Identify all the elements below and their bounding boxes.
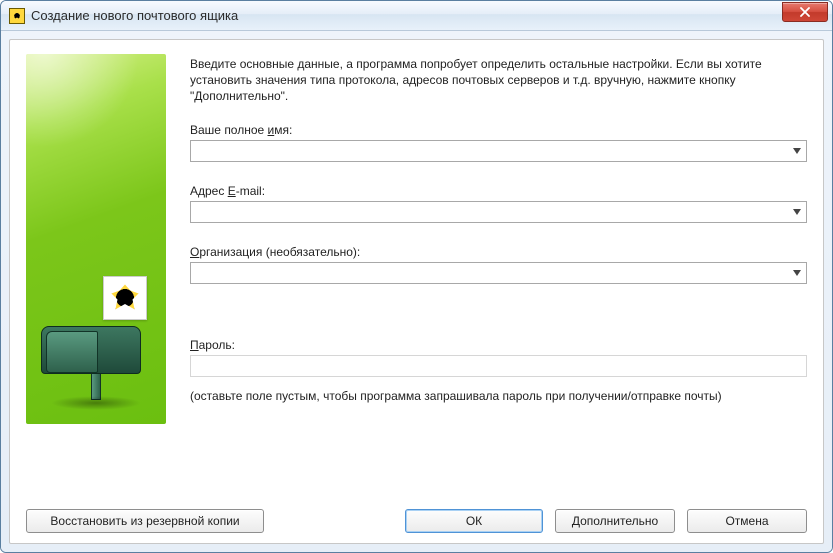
mailbox-icon [41,326,151,410]
fullname-dropdown-arrow[interactable] [788,141,806,161]
form-area: Введите основные данные, а программа поп… [190,54,807,499]
cancel-button[interactable]: Отмена [687,509,807,533]
field-fullname: Ваше полное имя: [190,123,807,162]
content-panel: Введите основные данные, а программа поп… [9,39,824,544]
spacer [190,306,807,332]
email-input[interactable] [191,202,788,222]
password-input[interactable] [190,355,807,377]
close-button[interactable] [782,2,828,22]
intro-text: Введите основные данные, а программа поп… [190,56,807,105]
window-title: Создание нового почтового ящика [31,8,782,23]
wizard-illustration [26,54,166,424]
ok-button[interactable]: ОК [405,509,543,533]
advanced-button[interactable]: Дополнительно [555,509,675,533]
password-hint: (оставьте поле пустым, чтобы программа з… [190,389,807,403]
chevron-down-icon [793,270,801,276]
org-input[interactable] [191,263,788,283]
chevron-down-icon [793,148,801,154]
chevron-down-icon [793,209,801,215]
email-combo[interactable] [190,201,807,223]
button-bar: Восстановить из резервной копии ОК Допол… [26,499,807,533]
field-org: Организация (необязательно): [190,245,807,284]
field-password: Пароль: [190,338,807,377]
content-row: Введите основные данные, а программа поп… [26,54,807,499]
app-icon [9,8,25,24]
restore-button[interactable]: Восстановить из резервной копии [26,509,264,533]
org-dropdown-arrow[interactable] [788,263,806,283]
email-dropdown-arrow[interactable] [788,202,806,222]
label-org: Организация (необязательно): [190,245,807,259]
close-icon [799,7,811,17]
label-password: Пароль: [190,338,807,352]
titlebar[interactable]: Создание нового почтового ящика [1,1,832,31]
label-email: Адрес E-mail: [190,184,807,198]
org-combo[interactable] [190,262,807,284]
label-fullname: Ваше полное имя: [190,123,807,137]
dialog-frame: Введите основные данные, а программа поп… [1,31,832,552]
dialog-window: Создание нового почтового ящика Введите … [0,0,833,553]
field-email: Адрес E-mail: [190,184,807,223]
stamp-icon [103,276,147,320]
fullname-combo[interactable] [190,140,807,162]
fullname-input[interactable] [191,141,788,161]
